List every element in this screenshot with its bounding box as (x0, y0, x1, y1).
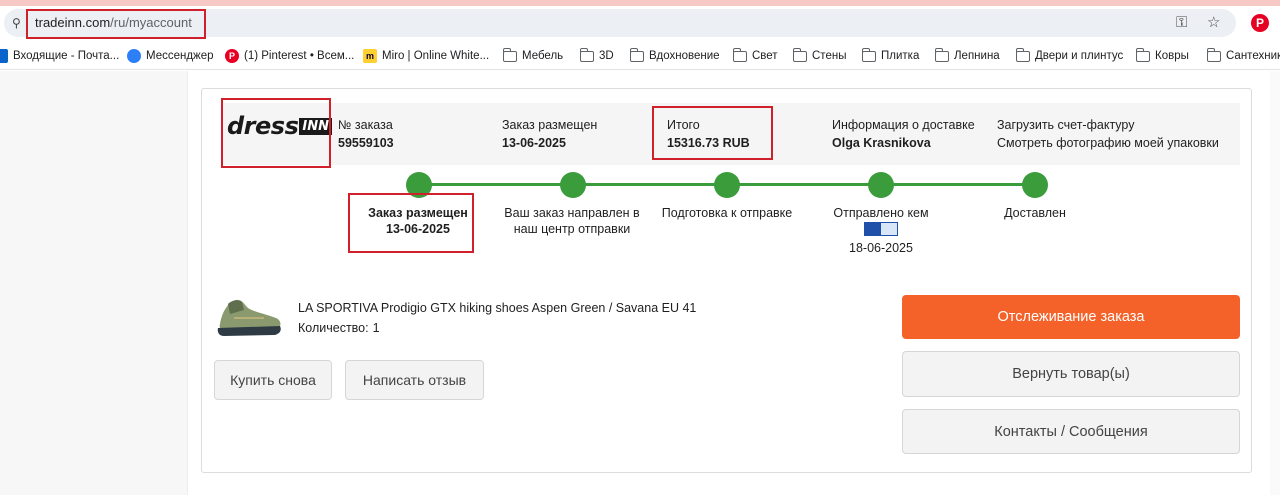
timeline-dot (714, 172, 740, 198)
folder-icon (579, 47, 594, 62)
bookmark-folder[interactable]: Свет (732, 47, 778, 64)
contacts-messages-button[interactable]: Контакты / Сообщения (902, 409, 1240, 454)
folder-icon (792, 47, 807, 62)
bookmark-folder[interactable]: Плитка (861, 47, 919, 64)
address-bar-row: ⚲ tradeinn.com/ru/myaccount ⚿ ☆ P (0, 6, 1280, 42)
bookmark-folder[interactable]: 3D (579, 47, 614, 64)
key-icon[interactable]: ⚿ (1176, 14, 1187, 32)
track-order-button[interactable]: Отслеживание заказа (902, 295, 1240, 339)
bookmark-folder[interactable]: Сантехника (1206, 47, 1280, 64)
timeline-step-delivered: Доставлен (1004, 206, 1066, 220)
product-shoe-image[interactable] (214, 294, 284, 340)
timeline-dot (560, 172, 586, 198)
order-placed-date: Заказ размещен 13-06-2025 (502, 118, 598, 150)
bookmark-folder[interactable]: Лепнина (934, 47, 1000, 64)
omnibox[interactable]: ⚲ tradeinn.com/ru/myaccount ⚿ ☆ (4, 9, 1236, 39)
view-package-photo-link[interactable]: Смотреть фотографию моей упаковки (997, 134, 1219, 152)
buy-again-button[interactable]: Купить снова (214, 360, 332, 400)
placed-step-highlight-box (348, 193, 474, 253)
bookmark-item[interactable]: P (1) Pinterest • Всем... (225, 48, 354, 64)
folder-icon (502, 47, 517, 62)
pinterest-icon: P (225, 49, 239, 63)
miro-icon: m (363, 49, 377, 63)
delivery-info: Информация о доставке Olga Krasnikova (832, 118, 975, 150)
star-icon[interactable]: ☆ (1207, 14, 1220, 32)
russian-post-logo (864, 222, 898, 236)
download-invoice-link[interactable]: Загрузить счет-фактуру (997, 116, 1219, 134)
bookmark-folder[interactable]: Стены (792, 47, 846, 64)
folder-icon (1206, 47, 1221, 62)
folder-icon (732, 47, 747, 62)
messenger-icon (127, 49, 141, 63)
logo-highlight-box (221, 98, 331, 168)
folder-icon (629, 47, 644, 62)
left-sidebar-area (0, 71, 188, 495)
invoice-links: Загрузить счет-фактуру Смотреть фотограф… (997, 116, 1219, 152)
product-name[interactable]: LA SPORTIVA Prodigio GTX hiking shoes As… (298, 301, 696, 315)
bookmark-folder[interactable]: Двери и плинтус (1015, 47, 1123, 64)
outlook-icon (0, 49, 8, 63)
product-quantity: Количество: 1 (298, 321, 380, 335)
bookmark-item[interactable]: Мессенджер (127, 48, 214, 64)
return-items-button[interactable]: Вернуть товар(ы) (902, 351, 1240, 397)
folder-icon (1015, 47, 1030, 62)
timeline-step-preparing: Подготовка к отправке (661, 206, 793, 220)
timeline-dot (1022, 172, 1048, 198)
bookmark-folder[interactable]: Ковры (1135, 47, 1189, 64)
bookmark-folder[interactable]: Вдохновение (629, 47, 720, 64)
pinterest-extension-icon[interactable]: P (1251, 14, 1269, 32)
timeline-step-sent-to-center: Ваш заказ направлен в наш центр отправки (504, 206, 640, 236)
bookmark-item[interactable]: Входящие - Почта... (0, 48, 119, 64)
folder-icon (934, 47, 949, 62)
timeline-dot (868, 172, 894, 198)
folder-icon (861, 47, 876, 62)
timeline-step-shipped: Отправлено кем 18-06-2025 (833, 206, 929, 255)
write-review-button[interactable]: Написать отзыв (345, 360, 484, 400)
bookmarks-bar: Входящие - Почта... Мессенджер P (1) Pint… (0, 42, 1280, 70)
total-highlight-box (652, 106, 773, 160)
bookmark-item[interactable]: m Miro | Online White... (363, 48, 489, 64)
bookmark-folder[interactable]: Мебель (502, 47, 563, 64)
scrollbar[interactable] (1270, 71, 1280, 495)
order-number: № заказа 59559103 (338, 118, 394, 150)
folder-icon (1135, 47, 1150, 62)
url-highlight-box (26, 9, 206, 39)
